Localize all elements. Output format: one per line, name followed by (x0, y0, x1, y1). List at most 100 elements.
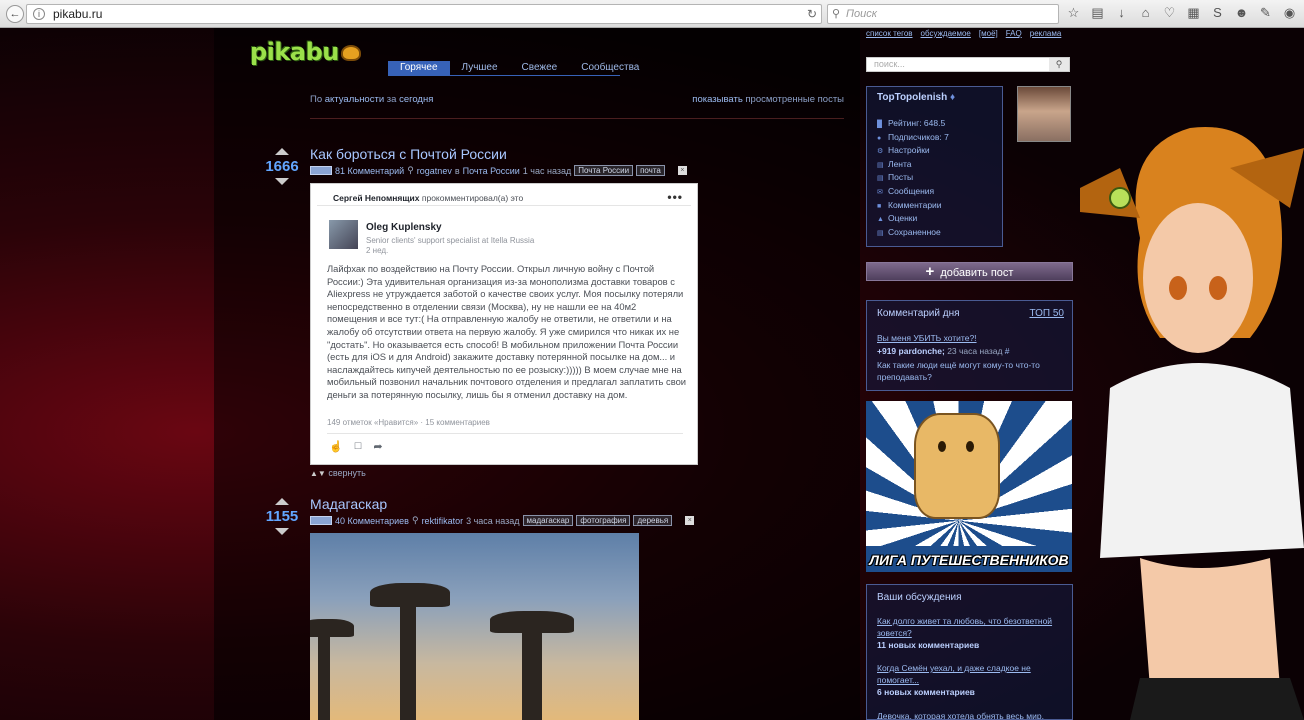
banner-label: ЛИГА ПУТЕШЕСТВЕННИКОВ (869, 552, 1069, 568)
sidebar-item-settings[interactable]: ⚙ Настройки (877, 145, 949, 159)
tag[interactable]: фотография (576, 515, 631, 526)
ratings-icon: ▲ (877, 216, 884, 224)
tab-new[interactable]: Свежее (510, 61, 570, 75)
browser-search-input[interactable]: ⚲ Поиск (827, 4, 1059, 24)
sidebar-item-messages[interactable]: ✉ Сообщения (877, 186, 949, 200)
hide-post-icon[interactable]: × (677, 166, 687, 175)
tag[interactable]: Почта России (574, 165, 634, 176)
avatar[interactable] (1017, 86, 1071, 142)
username[interactable]: TopTopolenish ♦ (877, 92, 955, 103)
tag[interactable]: мадагаскар (522, 515, 574, 526)
baobab-trunk (522, 628, 542, 720)
cod-author[interactable]: pardonche; (899, 346, 945, 356)
page: pikabu Горячее Лучшее Свежее Сообщества … (0, 28, 1304, 720)
sidebar-item-rating[interactable]: █ Рейтинг: 648.5 (877, 118, 949, 132)
cod-score: +919 pardonche; 23 часа назад # (877, 346, 1010, 356)
link-tags[interactable]: список тегов (866, 29, 913, 38)
bell-icon[interactable]: ♦ (950, 92, 955, 103)
search-icon: ⚲ (832, 8, 841, 20)
filter-bar: По актуальности за сегодня показывать пр… (310, 94, 844, 105)
background-anime-girl (1080, 127, 1304, 720)
show-viewed-link[interactable]: показывать (692, 94, 742, 105)
discussion-link[interactable]: Когда Семён уехал, и даже сладкое не пом… (877, 662, 1067, 686)
tab-communities[interactable]: Сообщества (569, 61, 651, 75)
post-title[interactable]: Мадагаскар (310, 496, 387, 512)
search-icon[interactable]: ⚲ (1049, 58, 1069, 71)
community-link[interactable]: Почта России (463, 166, 520, 176)
tag[interactable]: почта (636, 165, 665, 176)
mascot-eye (938, 441, 946, 452)
pocket-icon[interactable]: ♡ (1162, 5, 1177, 21)
top50-link[interactable]: ТОП 50 (1029, 308, 1064, 319)
your-discussions: Ваши обсуждения Как долго живет та любов… (866, 584, 1073, 720)
post-rating: 1666 (258, 148, 306, 185)
post-title[interactable]: Как бороться с Почтой России (310, 146, 507, 162)
link-discussed[interactable]: обсуждаемое (921, 29, 971, 38)
link-ads[interactable]: реклама (1030, 29, 1062, 38)
sidebar-item-ratings[interactable]: ▲ Оценки (877, 213, 949, 227)
pikabu-logo[interactable]: pikabu (250, 38, 361, 66)
link-mine[interactable]: [моё] (979, 29, 998, 38)
fb-actions: ☝ □ ➦ (329, 440, 383, 453)
settings-icon: ⚙ (877, 148, 884, 156)
url-bar[interactable]: i pikabu.ru ↻ (26, 4, 822, 24)
browser-toolbar: ← i pikabu.ru ↻ ⚲ Поиск ☆ ▤ ↓ ⌂ ♡ ▦ S ☻ … (0, 0, 1304, 28)
extension-chat-icon[interactable]: ✎ (1258, 5, 1273, 21)
comment-icon: □ (354, 440, 362, 452)
author-link[interactable]: rogatnev (417, 166, 452, 176)
site-search-input[interactable]: поиск... ⚲ (866, 57, 1070, 72)
downvote-icon[interactable] (275, 528, 289, 535)
bookmark-star-icon[interactable]: ☆ (1066, 5, 1081, 21)
sidebar-item-subscribers[interactable]: ● Подписчиков: 7 (877, 132, 949, 146)
back-icon[interactable]: ← (6, 4, 24, 23)
post-rating: 1155 (258, 498, 306, 535)
discussion-link[interactable]: Девочка, которая хотела обнять весь мир. (877, 710, 1067, 719)
sidebar-item-posts[interactable]: ▤ Посты (877, 172, 949, 186)
extension-person-icon[interactable]: ☻ (1234, 5, 1249, 21)
sidebar-item-saved[interactable]: ▤ Сохраненное (877, 227, 949, 241)
rating-icon: █ (877, 121, 882, 128)
period-link[interactable]: сегодня (399, 94, 433, 105)
downvote-icon[interactable] (275, 178, 289, 185)
reading-list-icon[interactable]: ▤ (1090, 5, 1105, 21)
post-meta: 40 Комментариев ⚲ rektifikator 3 часа на… (310, 515, 695, 526)
sidebar-item-feed[interactable]: ▤ Лента (877, 159, 949, 173)
upvote-icon[interactable] (275, 498, 289, 505)
cod-question-link[interactable]: Вы меня УБИТЬ хотите?! (877, 333, 977, 343)
discussion-item: Как долго живет та любовь, что безответн… (877, 615, 1067, 651)
discussion-link[interactable]: Как долго живет та любовь, что безответн… (877, 615, 1067, 639)
hide-post-icon[interactable]: × (685, 516, 695, 525)
tab-best[interactable]: Лучшее (450, 61, 510, 75)
link-faq[interactable]: FAQ (1006, 29, 1022, 38)
extension-icon[interactable]: ▦ (1186, 5, 1201, 21)
comments-link[interactable]: 81 Комментарий (335, 166, 404, 176)
top-links: список тегов обсуждаемое [моё] FAQ рекла… (866, 29, 1061, 38)
author-link[interactable]: rektifikator (422, 516, 464, 526)
messages-icon: ✉ (877, 188, 883, 196)
home-icon[interactable]: ⌂ (1138, 5, 1153, 21)
baobab-crown (370, 583, 450, 607)
reload-icon[interactable]: ↻ (807, 7, 817, 21)
tab-hot[interactable]: Горячее (388, 61, 450, 75)
cod-hash-link[interactable]: # (1005, 346, 1010, 356)
tag[interactable]: деревья (633, 515, 673, 526)
travel-league-banner[interactable]: ЛИГА ПУТЕШЕСТВЕННИКОВ (866, 401, 1072, 572)
collapse-icon: ▲▼ (310, 469, 326, 478)
like-icon: ☝ (329, 441, 343, 453)
post-image-baobabs[interactable] (310, 533, 639, 720)
extension-shield-icon[interactable]: ◉ (1282, 5, 1297, 21)
upvote-icon[interactable] (275, 148, 289, 155)
collapse-link[interactable]: ▲▼ свернуть (310, 468, 366, 478)
info-icon[interactable]: i (33, 8, 45, 20)
extension-s-icon[interactable]: S (1210, 5, 1225, 21)
user-panel: TopTopolenish ♦ █ Рейтинг: 648.5 ● Подписч… (866, 86, 1003, 247)
sidebar-item-comments[interactable]: ■ Комментарии (877, 200, 949, 214)
download-icon[interactable]: ↓ (1114, 5, 1129, 21)
cod-answer-link[interactable]: Как такие люди ещё могут кому-то что-то … (877, 359, 1067, 383)
comments-link[interactable]: 40 Комментариев (335, 516, 409, 526)
post-time: 3 часа назад (466, 515, 520, 526)
sort-link[interactable]: актуальности (325, 94, 384, 105)
tabs-underline (388, 75, 620, 76)
rating-value: 1155 (265, 508, 299, 525)
add-post-button[interactable]: + добавить пост (866, 262, 1073, 281)
